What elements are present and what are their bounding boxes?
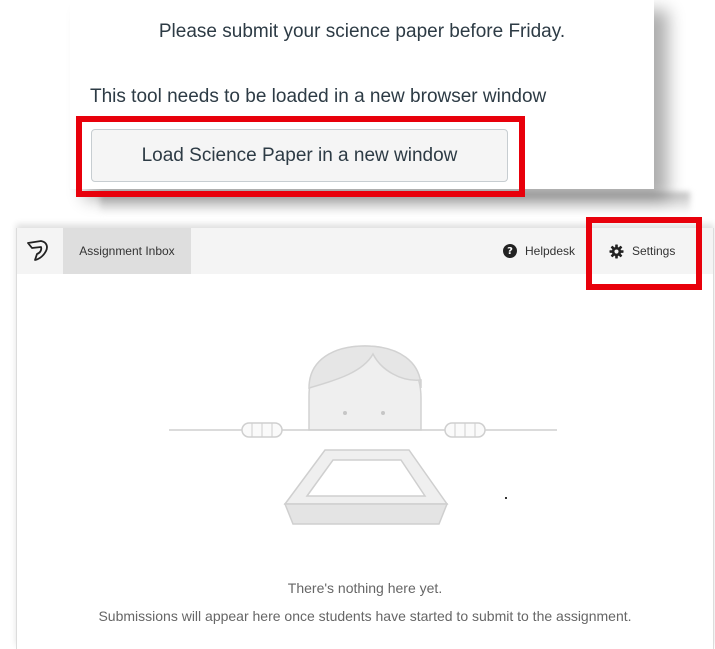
empty-state-message: Submissions will appear here once studen…: [98, 608, 632, 624]
tab-assignment-inbox[interactable]: Assignment Inbox: [63, 228, 191, 274]
helpdesk-label: Helpdesk: [525, 244, 576, 258]
turnitin-logo-icon[interactable]: [25, 238, 51, 264]
helpdesk-link[interactable]: ? Helpdesk: [503, 228, 575, 274]
question-circle-icon: ?: [503, 244, 517, 258]
tab-assignment-inbox-label: Assignment Inbox: [79, 244, 175, 258]
stray-dot: [505, 497, 507, 499]
new-window-notice: This tool needs to be loaded in a new br…: [90, 86, 547, 107]
highlight-load-button: [76, 116, 525, 197]
empty-inbox-illustration: [169, 345, 557, 525]
highlight-settings: [586, 217, 702, 290]
empty-state-title: There's nothing here yet.: [287, 580, 443, 596]
notice-message: Please submit your science paper before …: [158, 21, 566, 42]
assignment-inbox-panel: Assignment Inbox ? Helpdesk Settings The…: [16, 228, 714, 649]
